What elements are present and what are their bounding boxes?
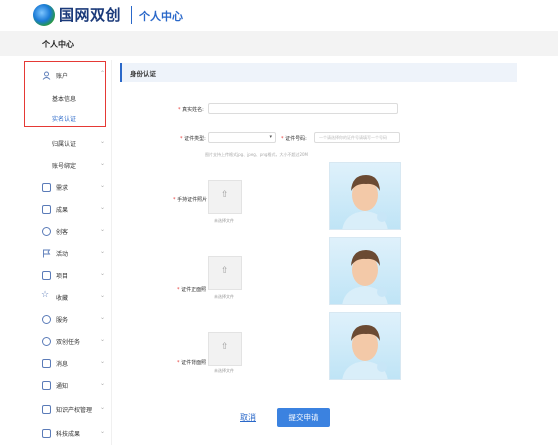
front-label: * 证件正面照	[177, 287, 207, 293]
chevron-down-icon: ⌄	[100, 270, 106, 277]
cert-number-placeholder: 一个请选择你的证件号请填写一个号码	[319, 135, 387, 140]
real-name-label: * 真实姓名:	[178, 107, 204, 113]
front-upload-text: 未选择文件	[214, 294, 234, 299]
top-header: 国网双创 个人中心	[0, 0, 558, 30]
tech-icon	[42, 429, 51, 438]
sidebar-item-achievement[interactable]: 成果 ⌄	[30, 201, 112, 219]
sample-avatar-image-3	[329, 312, 401, 380]
sidebar-item-label: 知识产权管理	[56, 407, 93, 414]
sidebar-item-label: 通知	[56, 383, 69, 390]
sidebar-item-demand[interactable]: 需求 ⌄	[30, 179, 112, 197]
demand-icon	[42, 183, 51, 192]
chevron-down-icon: ⌄	[100, 182, 106, 189]
sidebar-item-label: 项目	[56, 273, 69, 280]
chevron-down-icon: ⌄	[100, 336, 106, 343]
sidebar-item-label: 创客	[56, 229, 69, 236]
upload-icon: ⇧	[221, 190, 229, 200]
cert-number-input[interactable]: 一个请选择你的证件号请填写一个号码	[314, 132, 400, 143]
back-upload-button[interactable]: ⇧	[208, 332, 242, 366]
sidebar-item-maker[interactable]: 创客 ⌄	[30, 223, 112, 241]
logo-title[interactable]: 国网双创	[59, 4, 121, 25]
chevron-down-icon: ⌄	[100, 358, 106, 365]
section-title: 身份认证	[130, 70, 156, 78]
cancel-button[interactable]: 取消	[240, 412, 256, 423]
page-title: 个人中心	[42, 40, 74, 49]
project-icon	[42, 271, 51, 280]
chevron-down-icon: ⌄	[100, 226, 106, 233]
sidebar-item-affiliation[interactable]: 归属认证 ⌄	[30, 135, 112, 153]
handheld-label: * 手持证件照片	[173, 197, 208, 203]
front-upload-button[interactable]: ⇧	[208, 256, 242, 290]
sidebar-item-messages[interactable]: 消息 ⌄	[30, 355, 112, 373]
sample-avatar-image-2	[329, 237, 401, 305]
back-label: * 证件背面照	[177, 360, 207, 366]
sidebar-item-label: 收藏	[56, 295, 69, 302]
sidebar-item-tech[interactable]: 科技成果 ⌄	[30, 425, 112, 443]
chevron-down-icon: ⌄	[100, 428, 106, 435]
header-divider	[131, 6, 132, 24]
chevron-down-icon: ⌄	[100, 314, 106, 321]
sidebar-item-notice[interactable]: 通知 ⌄	[30, 377, 112, 395]
star-icon: ☆	[41, 290, 50, 300]
flag-icon	[43, 249, 51, 258]
cert-number-label: * 证件号码:	[281, 136, 307, 142]
chevron-down-icon: ⌄	[100, 204, 106, 211]
speaker-icon	[42, 359, 51, 368]
back-upload-text: 未选择文件	[214, 368, 234, 373]
maker-icon	[42, 227, 51, 236]
chevron-down-icon: ⌄	[100, 292, 106, 299]
sidebar-item-label: 活动	[56, 251, 69, 258]
person-silhouette-icon	[342, 250, 388, 304]
task-icon	[42, 337, 51, 346]
sidebar-item-label: 双创任务	[56, 339, 81, 346]
sidebar-item-project[interactable]: 项目 ⌄	[30, 267, 112, 285]
handheld-upload-button[interactable]: ⇧	[208, 180, 242, 214]
person-silhouette-icon	[342, 325, 388, 379]
sidebar-item-label: 归属认证	[52, 141, 77, 148]
handheld-upload-text: 未选择文件	[214, 218, 234, 223]
upload-icon: ⇧	[221, 266, 229, 276]
highlight-annotation	[24, 61, 106, 127]
breadcrumb: 个人中心	[0, 31, 558, 56]
upload-hint: 图片支持上传格式jpg、jpeg、png格式，大小不超过20M	[205, 152, 308, 157]
sidebar-item-binding[interactable]: 账号绑定 ⌄	[30, 157, 112, 175]
caret-down-icon: ▾	[269, 134, 272, 140]
achievement-icon	[42, 205, 51, 214]
sidebar-item-ip[interactable]: 知识产权管理 ⌄	[30, 401, 112, 419]
section-header: 身份认证	[120, 63, 517, 82]
mail-icon	[42, 381, 51, 390]
sidebar-item-label: 账号绑定	[52, 163, 77, 170]
ip-icon	[42, 405, 51, 414]
cert-type-label: * 证件类型:	[180, 136, 206, 142]
logo-icon[interactable]	[33, 4, 55, 26]
sidebar-item-label: 消息	[56, 361, 69, 368]
sample-avatar-image-1	[329, 162, 401, 230]
chevron-down-icon: ⌄	[100, 404, 106, 411]
chevron-down-icon: ⌄	[100, 248, 106, 255]
sidebar-item-task[interactable]: 双创任务 ⌄	[30, 333, 112, 351]
sidebar-item-label: 成果	[56, 207, 69, 214]
real-name-input[interactable]	[208, 103, 398, 114]
upload-icon: ⇧	[221, 342, 229, 352]
sidebar-item-label: 科技成果	[56, 431, 81, 438]
sidebar-item-activity[interactable]: 活动 ⌄	[30, 245, 112, 263]
chevron-down-icon: ⌄	[100, 160, 106, 167]
submit-button[interactable]: 提交申请	[277, 408, 330, 427]
sidebar-item-label: 服务	[56, 317, 69, 324]
headset-icon	[42, 315, 51, 324]
sidebar-item-favorites[interactable]: ☆ 收藏 ⌄	[30, 289, 112, 307]
header-page-title: 个人中心	[139, 10, 183, 23]
chevron-down-icon: ⌄	[100, 380, 106, 387]
cert-type-select[interactable]: ▾	[208, 132, 276, 143]
sidebar-item-service[interactable]: 服务 ⌄	[30, 311, 112, 329]
sidebar-item-label: 需求	[56, 185, 69, 192]
chevron-down-icon: ⌄	[100, 138, 106, 145]
person-silhouette-icon	[342, 175, 388, 229]
